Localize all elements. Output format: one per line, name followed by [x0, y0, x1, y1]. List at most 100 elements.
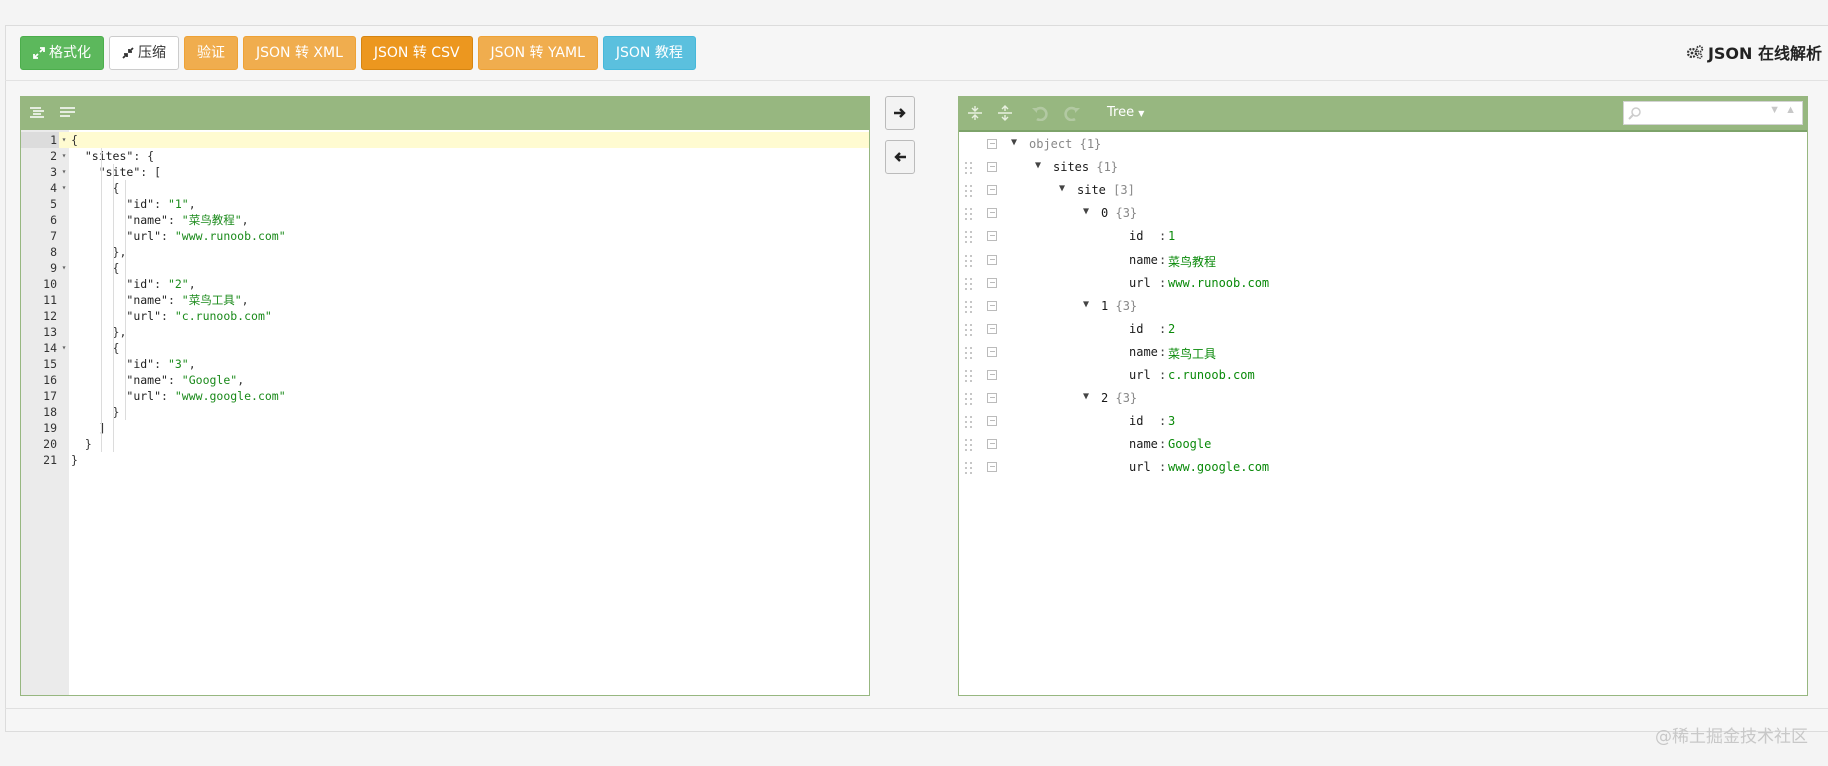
drag-handle-icon[interactable]: [964, 369, 974, 383]
drag-handle-icon[interactable]: [964, 254, 974, 268]
tree-field-name[interactable]: url: [1129, 460, 1151, 474]
code-line[interactable]: 19 ]: [21, 420, 869, 436]
code-line[interactable]: 18 }: [21, 404, 869, 420]
tree-field-name[interactable]: object {1}: [1029, 137, 1101, 151]
code-line[interactable]: 16 "name": "Google",: [21, 372, 869, 388]
context-menu-icon[interactable]: [987, 393, 997, 404]
expand-toggle-icon[interactable]: ▼: [1083, 391, 1089, 402]
code-line[interactable]: 6 "name": "菜鸟教程",: [21, 212, 869, 228]
tree-field-name[interactable]: url: [1129, 368, 1151, 382]
tree-field-name[interactable]: 2 {3}: [1101, 391, 1137, 405]
transfer-right-button[interactable]: [885, 96, 915, 130]
tree-field-value[interactable]: 菜鸟教程: [1168, 253, 1216, 270]
code-line[interactable]: 9 ▾ {: [21, 260, 869, 276]
tree-field-value[interactable]: c.runoob.com: [1168, 368, 1255, 382]
tree-row[interactable]: id:2: [959, 317, 1807, 343]
context-menu-icon[interactable]: [987, 208, 997, 219]
tree-field-value[interactable]: 菜鸟工具: [1168, 345, 1216, 362]
context-menu-icon[interactable]: [987, 462, 997, 473]
context-menu-icon[interactable]: [987, 254, 997, 265]
context-menu-icon[interactable]: [987, 277, 997, 288]
tree-field-name[interactable]: name: [1129, 437, 1158, 451]
compact-code-icon[interactable]: [59, 105, 77, 121]
code-line[interactable]: 14 ▾ {: [21, 340, 869, 356]
tree-field-name[interactable]: id: [1129, 322, 1143, 336]
mode-dropdown[interactable]: Tree ▼: [1107, 105, 1144, 120]
expand-toggle-icon[interactable]: ▼: [1083, 206, 1089, 217]
format-code-icon[interactable]: [29, 105, 47, 121]
tree-row[interactable]: ▼ object {1}: [959, 132, 1807, 158]
tree-field-value[interactable]: 2: [1168, 322, 1175, 336]
code-line[interactable]: 13 },: [21, 324, 869, 340]
tree-field-value[interactable]: www.google.com: [1168, 460, 1269, 474]
drag-handle-icon[interactable]: [964, 415, 974, 429]
fold-toggle-icon[interactable]: ▾: [59, 148, 69, 164]
context-menu-icon[interactable]: [987, 139, 997, 149]
fold-toggle-icon[interactable]: ▾: [59, 164, 69, 180]
tree-row[interactable]: name: 菜鸟教程: [959, 248, 1807, 274]
context-menu-icon[interactable]: [987, 416, 997, 427]
tree-field-name[interactable]: name: [1129, 345, 1158, 359]
tree-field-value[interactable]: 3: [1168, 414, 1175, 428]
json-to-csv-button[interactable]: JSON 转 CSV: [360, 36, 473, 70]
redo-icon[interactable]: [1063, 105, 1081, 121]
tree-row[interactable]: name: Google: [959, 432, 1807, 458]
search-previous-icon[interactable]: ▲: [1785, 104, 1796, 116]
tree-field-name[interactable]: name: [1129, 253, 1158, 267]
code-area[interactable]: 1 ▾{2 ▾ "sites": {3 ▾ "site": [4 ▾ {5 "id": …: [21, 132, 869, 468]
drag-handle-icon[interactable]: [964, 161, 974, 175]
code-line[interactable]: 2 ▾ "sites": {: [21, 148, 869, 164]
expand-toggle-icon[interactable]: ▼: [1011, 137, 1017, 148]
compress-button[interactable]: 压缩: [109, 36, 179, 70]
fold-toggle-icon[interactable]: ▾: [59, 132, 69, 148]
tree-row[interactable]: ▼ 1 {3}: [959, 294, 1807, 320]
code-line[interactable]: 3 ▾ "site": [: [21, 164, 869, 180]
tree-field-name[interactable]: id: [1129, 229, 1143, 243]
search-next-icon[interactable]: ▼: [1769, 104, 1780, 116]
tree-field-name[interactable]: site [3]: [1077, 183, 1135, 197]
tree-field-name[interactable]: id: [1129, 414, 1143, 428]
tree-field-value[interactable]: 1: [1168, 229, 1175, 243]
expand-toggle-icon[interactable]: ▼: [1059, 183, 1065, 194]
fold-toggle-icon[interactable]: ▾: [59, 180, 69, 196]
json-to-yaml-button[interactable]: JSON 转 YAML: [477, 36, 598, 70]
drag-handle-icon[interactable]: [964, 207, 974, 221]
fold-toggle-icon[interactable]: ▾: [59, 260, 69, 276]
tree-row[interactable]: id:3: [959, 409, 1807, 435]
context-menu-icon[interactable]: [987, 346, 997, 357]
drag-handle-icon[interactable]: [964, 438, 974, 452]
expand-toggle-icon[interactable]: ▼: [1035, 160, 1041, 171]
json-to-xml-button[interactable]: JSON 转 XML: [243, 36, 356, 70]
context-menu-icon[interactable]: [987, 439, 997, 450]
code-line[interactable]: 1 ▾{: [21, 132, 869, 148]
code-line[interactable]: 7 "url": "www.runoob.com": [21, 228, 869, 244]
tree-field-name[interactable]: 1 {3}: [1101, 299, 1137, 313]
tree-row[interactable]: ▼ site [3]: [959, 178, 1807, 204]
tree-row[interactable]: ▼ 2 {3}: [959, 386, 1807, 412]
code-line[interactable]: 8 },: [21, 244, 869, 260]
tree-row[interactable]: ▼ sites {1}: [959, 155, 1807, 181]
expand-toggle-icon[interactable]: ▼: [1083, 299, 1089, 310]
undo-icon[interactable]: [1031, 105, 1049, 121]
json-tutorial-button[interactable]: JSON 教程: [602, 36, 696, 70]
tree-field-value[interactable]: www.runoob.com: [1168, 276, 1269, 290]
code-line[interactable]: 11 "name": "菜鸟工具",: [21, 292, 869, 308]
code-line[interactable]: 4 ▾ {: [21, 180, 869, 196]
code-line[interactable]: 17 "url": "www.google.com": [21, 388, 869, 404]
expand-all-icon[interactable]: [967, 105, 983, 121]
drag-handle-icon[interactable]: [964, 461, 974, 475]
context-menu-icon[interactable]: [987, 300, 997, 311]
tree-field-name[interactable]: url: [1129, 276, 1151, 290]
context-menu-icon[interactable]: [987, 370, 997, 380]
code-line[interactable]: 5 "id": "1",: [21, 196, 869, 212]
context-menu-icon[interactable]: [987, 185, 997, 196]
drag-handle-icon[interactable]: [964, 300, 974, 314]
tree-row[interactable]: id:1: [959, 224, 1807, 250]
format-button[interactable]: 格式化: [20, 36, 104, 70]
drag-handle-icon[interactable]: [964, 323, 974, 337]
drag-handle-icon[interactable]: [964, 230, 974, 244]
tree-row[interactable]: url: www.google.com: [959, 455, 1807, 481]
context-menu-icon[interactable]: [987, 231, 997, 242]
context-menu-icon[interactable]: [987, 323, 997, 334]
tree-field-value[interactable]: Google: [1168, 437, 1211, 451]
